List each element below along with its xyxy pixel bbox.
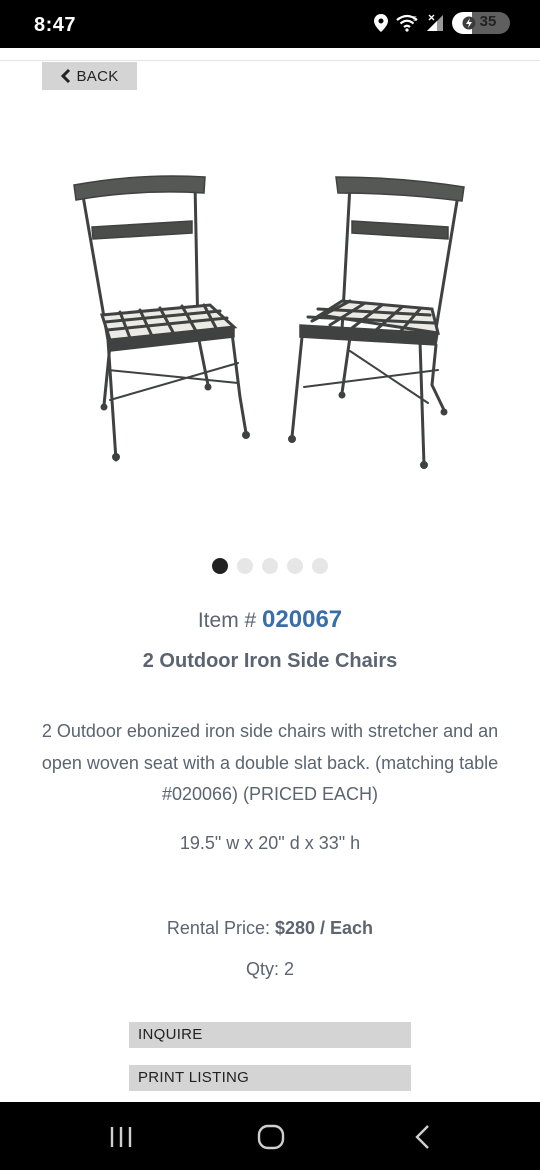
battery-icon: 35: [452, 12, 510, 34]
signal-icon: [427, 14, 443, 31]
item-number-line: Item # 020067: [0, 606, 540, 634]
rental-price: Rental Price: $280 / Each: [0, 918, 540, 939]
print-listing-button[interactable]: PRINT LISTING: [129, 1065, 411, 1091]
carousel-dots: [0, 558, 540, 574]
back-button-label: BACK: [76, 67, 119, 85]
inquire-button[interactable]: INQUIRE: [129, 1022, 411, 1048]
carousel-dot-5[interactable]: [312, 558, 328, 574]
carousel-dot-4[interactable]: [287, 558, 303, 574]
product-description: 2 Outdoor ebonized iron side chairs with…: [41, 721, 499, 804]
chair-right: [288, 176, 465, 469]
status-bar: 8:47 5 35: [0, 0, 540, 48]
back-button[interactable]: BACK: [42, 62, 137, 90]
recent-apps-icon[interactable]: [106, 1124, 136, 1150]
svg-text:5: 5: [413, 16, 417, 23]
home-icon[interactable]: [256, 1124, 286, 1150]
header-divider: [0, 60, 540, 61]
product-image[interactable]: [60, 165, 480, 475]
carousel-dot-2[interactable]: [237, 558, 253, 574]
chevron-left-icon: [61, 69, 71, 83]
chair-left: [73, 175, 250, 462]
item-prefix: Item #: [197, 609, 257, 632]
quantity: Qty: 2: [245, 959, 294, 979]
item-number: 020067: [262, 606, 343, 633]
carousel-dot-1[interactable]: [212, 558, 228, 574]
price-label: Rental Price:: [166, 918, 270, 938]
navigation-bar: [0, 1102, 540, 1170]
price-value: $280 / Each: [274, 918, 374, 938]
status-icons: 5 35: [374, 12, 510, 34]
wifi-icon: 5: [396, 14, 418, 32]
carousel-dot-3[interactable]: [262, 558, 278, 574]
product-title: 2 Outdoor Iron Side Chairs: [142, 650, 398, 672]
location-icon: [374, 14, 388, 32]
battery-percent: 35: [479, 13, 497, 30]
back-nav-icon[interactable]: [408, 1124, 438, 1150]
status-time: 8:47: [34, 14, 77, 36]
product-dimensions: 19.5" w x 20" d x 33" h: [179, 833, 361, 853]
